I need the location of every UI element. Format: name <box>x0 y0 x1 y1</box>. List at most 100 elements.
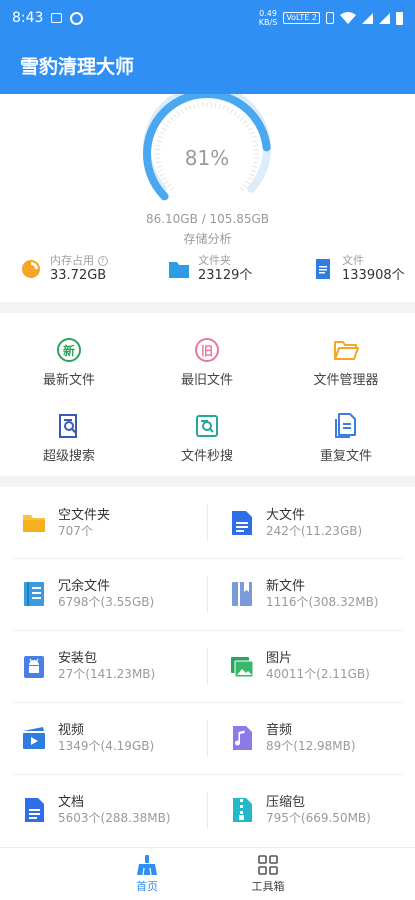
gauge-tick <box>193 103 196 109</box>
gauge-tick <box>161 127 167 131</box>
network-speed: 0.49 KB/S <box>258 9 278 27</box>
help-icon[interactable]: ? <box>97 256 108 266</box>
app-bar: 雪豹清理大师 <box>0 36 415 94</box>
storage-panel[interactable]: 81% 86.10GB / 105.85GB 存储分析 内存占用 ? 33.72… <box>0 94 415 302</box>
category-stat: 89个(12.98MB) <box>266 739 356 753</box>
category-name: 文档 <box>58 795 85 810</box>
gauge-tick <box>157 135 164 139</box>
gauge-tick <box>247 127 253 131</box>
tools-grid: 新 最新文件 旧 最旧文件 文件管理器 超级搜索 文件秒搜 重复文件 <box>0 313 415 476</box>
gauge-tick <box>250 135 257 139</box>
category-redundant-files[interactable]: 冗余文件 6798个(3.55GB) <box>22 565 212 623</box>
category-stat: 40011个(2.11GB) <box>266 667 370 681</box>
gauge-tick <box>166 120 172 125</box>
divider <box>207 647 208 685</box>
gauge-tick <box>164 180 169 185</box>
divider <box>207 719 208 757</box>
vpn-icon <box>70 11 84 25</box>
gauge-tick <box>239 116 245 122</box>
divider <box>207 504 208 542</box>
tool-label: 超级搜索 <box>42 449 95 464</box>
category-pictures[interactable]: 图片 40011个(2.11GB) <box>230 637 415 695</box>
category-documents[interactable]: 文档 5603个(288.38MB) <box>22 781 212 839</box>
stat-files-value: 133908个 <box>342 268 405 283</box>
gauge-tick <box>173 113 178 119</box>
gauge-tick <box>239 186 245 192</box>
gauge-tick <box>245 123 250 128</box>
image-icon <box>51 13 63 23</box>
gauge-tick <box>230 108 234 114</box>
signal-icon <box>379 12 390 24</box>
stat-folders-value: 23129个 <box>198 268 253 283</box>
tool-oldest-files[interactable]: 旧 最旧文件 <box>138 337 276 388</box>
tool-quick-search[interactable]: 文件秒搜 <box>138 413 276 464</box>
gauge-tick <box>250 169 257 173</box>
divider <box>12 558 403 559</box>
gauge-tick <box>247 177 253 181</box>
gauge-tick <box>242 183 248 188</box>
category-name: 大文件 <box>266 508 306 523</box>
nav-home[interactable]: 首页 <box>107 854 187 894</box>
category-video[interactable]: 视频 1349个(4.19GB) <box>22 709 212 767</box>
gauge-tick <box>222 104 226 111</box>
zip-icon <box>233 798 252 822</box>
gauge-tick <box>176 111 181 116</box>
divider <box>207 791 208 829</box>
tool-newest-files[interactable]: 新 最新文件 <box>0 337 138 388</box>
gauge-tick <box>197 102 200 108</box>
picture-icon <box>231 657 254 678</box>
stat-files-label: 文件 <box>342 254 364 267</box>
document-icon <box>316 259 330 279</box>
android-package-icon <box>24 656 44 678</box>
tool-label: 最新文件 <box>42 373 95 388</box>
gauge-tick <box>233 111 238 116</box>
category-stat: 5603个(288.38MB) <box>58 811 171 825</box>
gauge-tick <box>242 120 248 125</box>
newest-files-icon: 新 <box>57 338 81 362</box>
signal-icon <box>362 12 373 24</box>
nav-toolbox[interactable]: 工具箱 <box>228 854 308 894</box>
oldest-files-icon: 旧 <box>195 338 219 362</box>
category-install-package[interactable]: 安装包 27个(141.23MB) <box>22 637 212 695</box>
divider <box>12 774 403 775</box>
tool-duplicate-files[interactable]: 重复文件 <box>277 413 415 464</box>
category-stat: 795个(669.50MB) <box>266 811 371 825</box>
doc-search-icon <box>59 414 77 438</box>
volte-badge: VoLTE 2 <box>283 12 320 24</box>
gauge-tick <box>164 123 169 128</box>
gauge-tick <box>157 169 164 173</box>
gauge-tick <box>245 180 250 185</box>
grid-icon <box>258 855 278 875</box>
tool-label: 最旧文件 <box>180 373 233 388</box>
gauge-tick <box>236 113 241 119</box>
video-icon <box>23 727 45 749</box>
stat-folders: 文件夹 23129个 <box>168 254 252 284</box>
tool-super-search[interactable]: 超级搜索 <box>0 413 138 464</box>
gauge-tick <box>180 108 184 114</box>
stat-files: 文件 133908个 <box>312 254 405 284</box>
category-archives[interactable]: 压缩包 795个(669.50MB) <box>230 781 415 839</box>
category-audio[interactable]: 音频 89个(12.98MB) <box>230 709 415 767</box>
category-large-file[interactable]: 大文件 242个(11.23GB) <box>230 494 415 552</box>
divider <box>12 630 403 631</box>
redundant-files-icon <box>24 582 44 606</box>
gauge-tick <box>166 183 172 188</box>
gauge-tick <box>184 106 188 112</box>
category-stat: 707个 <box>58 524 93 538</box>
stat-folders-label: 文件夹 <box>198 254 231 267</box>
category-stat: 1349个(4.19GB) <box>58 739 155 753</box>
tool-label: 文件管理器 <box>313 373 379 388</box>
broom-icon <box>137 855 157 876</box>
gauge-tick <box>218 103 221 109</box>
large-file-icon <box>232 511 252 535</box>
stat-memory-label: 内存占用 <box>50 254 94 267</box>
tool-file-manager[interactable]: 文件管理器 <box>277 337 415 388</box>
storage-percent: 81% <box>184 146 230 170</box>
pie-chart-icon <box>22 260 40 278</box>
bottom-nav: 首页 工具箱 <box>0 847 415 900</box>
category-empty-folder[interactable]: 空文件夹 707个 <box>22 494 212 552</box>
open-folder-icon <box>334 341 359 360</box>
gauge-tick <box>169 186 175 192</box>
category-new-files[interactable]: 新文件 1116个(308.32MB) <box>230 565 415 623</box>
wifi-icon <box>340 12 356 24</box>
